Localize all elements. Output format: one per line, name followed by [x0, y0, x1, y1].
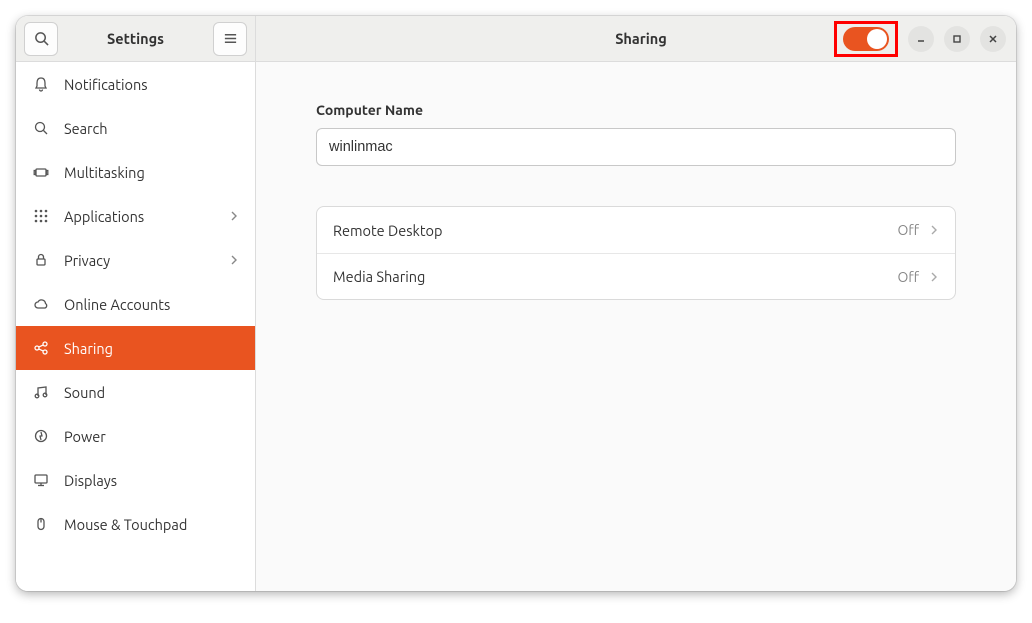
share-icon: [32, 340, 50, 356]
toggle-knob: [867, 29, 887, 49]
mouse-icon: [32, 516, 50, 532]
multitasking-icon: [32, 164, 50, 180]
display-icon: [32, 472, 50, 488]
sidebar-item-sharing[interactable]: Sharing: [16, 326, 255, 370]
minimize-button[interactable]: [908, 26, 934, 52]
annotation-highlight: [834, 21, 898, 57]
sidebar-title: Settings: [58, 30, 213, 47]
power-icon: [32, 428, 50, 444]
sidebar-item-label: Sharing: [64, 340, 113, 357]
bell-icon: [32, 76, 50, 92]
sidebar-header: Settings: [16, 16, 255, 62]
close-icon: [988, 34, 998, 44]
sidebar-item-privacy[interactable]: Privacy: [16, 238, 255, 282]
apps-icon: [32, 208, 50, 224]
sidebar-item-label: Sound: [64, 384, 105, 401]
sidebar-item-online-accounts[interactable]: Online Accounts: [16, 282, 255, 326]
sidebar: Settings Notifications Search: [16, 16, 256, 591]
computer-name-label: Computer Name: [316, 102, 956, 118]
sidebar-item-label: Multitasking: [64, 164, 145, 181]
maximize-icon: [952, 34, 962, 44]
chevron-right-icon: [929, 272, 939, 282]
settings-window: Settings Notifications Search: [16, 16, 1016, 591]
search-button[interactable]: [24, 22, 58, 56]
sidebar-item-label: Mouse & Touchpad: [64, 516, 187, 533]
search-icon: [32, 120, 50, 136]
computer-name-input[interactable]: [316, 128, 956, 166]
sharing-master-toggle[interactable]: [843, 27, 889, 51]
sidebar-item-sound[interactable]: Sound: [16, 370, 255, 414]
lock-icon: [32, 252, 50, 268]
cloud-icon: [32, 296, 50, 312]
sidebar-item-label: Online Accounts: [64, 296, 170, 313]
sidebar-item-label: Displays: [64, 472, 117, 489]
option-label: Remote Desktop: [333, 222, 897, 239]
chevron-right-icon: [229, 211, 239, 221]
page-title: Sharing: [615, 30, 667, 47]
sidebar-item-label: Privacy: [64, 252, 110, 269]
sidebar-item-displays[interactable]: Displays: [16, 458, 255, 502]
sharing-options-list: Remote Desktop Off Media Sharing Off: [316, 206, 956, 300]
sidebar-item-power[interactable]: Power: [16, 414, 255, 458]
main-header: Sharing: [256, 16, 1016, 62]
sidebar-item-label: Notifications: [64, 76, 148, 93]
chevron-right-icon: [229, 255, 239, 265]
sidebar-item-applications[interactable]: Applications: [16, 194, 255, 238]
option-state: Off: [897, 269, 919, 285]
sidebar-item-label: Applications: [64, 208, 144, 225]
hamburger-icon: [223, 31, 238, 46]
sidebar-list: Notifications Search Multitasking Applic…: [16, 62, 255, 591]
option-remote-desktop[interactable]: Remote Desktop Off: [317, 207, 955, 253]
sidebar-item-label: Power: [64, 428, 106, 445]
maximize-button[interactable]: [944, 26, 970, 52]
sidebar-item-search[interactable]: Search: [16, 106, 255, 150]
music-icon: [32, 384, 50, 400]
chevron-right-icon: [929, 225, 939, 235]
minimize-icon: [916, 34, 926, 44]
menu-button[interactable]: [213, 22, 247, 56]
option-label: Media Sharing: [333, 268, 897, 285]
content-area: Computer Name Remote Desktop Off Media S…: [256, 62, 1016, 340]
main-panel: Sharing: [256, 16, 1016, 591]
sidebar-item-multitasking[interactable]: Multitasking: [16, 150, 255, 194]
close-button[interactable]: [980, 26, 1006, 52]
search-icon: [34, 31, 49, 46]
option-state: Off: [897, 222, 919, 238]
sidebar-item-notifications[interactable]: Notifications: [16, 62, 255, 106]
option-media-sharing[interactable]: Media Sharing Off: [317, 253, 955, 299]
sidebar-item-mouse-touchpad[interactable]: Mouse & Touchpad: [16, 502, 255, 546]
sidebar-item-label: Search: [64, 120, 108, 137]
